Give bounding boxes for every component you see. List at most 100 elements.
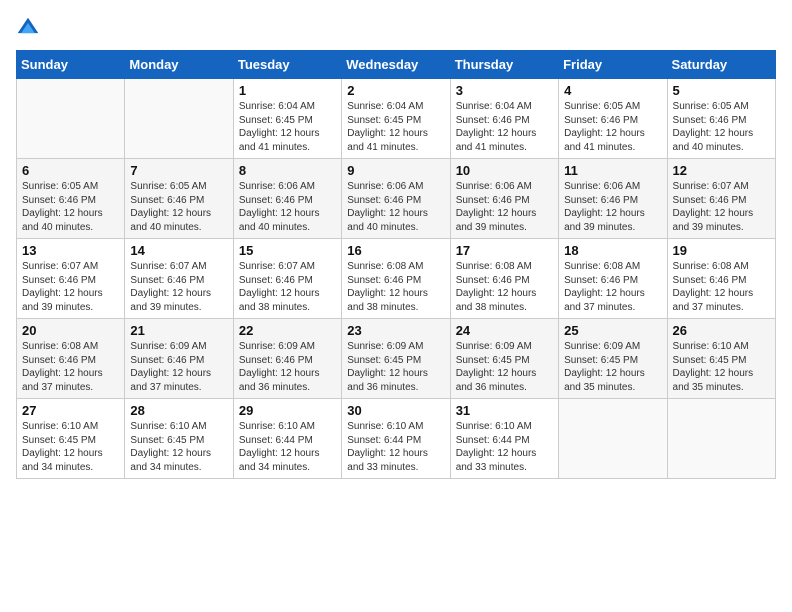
calendar-cell: 1 Sunrise: 6:04 AM Sunset: 6:45 PM Daylig… <box>233 79 341 159</box>
calendar-cell: 2 Sunrise: 6:04 AM Sunset: 6:45 PM Daylig… <box>342 79 450 159</box>
day-number: 5 <box>673 83 770 98</box>
calendar-cell <box>559 399 667 479</box>
weekday-header: Sunday <box>17 51 125 79</box>
day-info: Sunrise: 6:10 AM Sunset: 6:45 PM Dayligh… <box>673 340 770 394</box>
day-number: 26 <box>673 323 770 338</box>
day-number: 31 <box>456 403 553 418</box>
day-number: 21 <box>130 323 227 338</box>
calendar-cell: 20 Sunrise: 6:08 AM Sunset: 6:46 PM Dayli… <box>17 319 125 399</box>
weekday-header: Thursday <box>450 51 558 79</box>
day-info: Sunrise: 6:09 AM Sunset: 6:45 PM Dayligh… <box>347 340 444 394</box>
calendar-cell <box>125 79 233 159</box>
calendar-cell: 7 Sunrise: 6:05 AM Sunset: 6:46 PM Daylig… <box>125 159 233 239</box>
calendar-cell: 14 Sunrise: 6:07 AM Sunset: 6:46 PM Dayli… <box>125 239 233 319</box>
calendar: SundayMondayTuesdayWednesdayThursdayFrid… <box>16 50 776 479</box>
day-number: 28 <box>130 403 227 418</box>
day-info: Sunrise: 6:05 AM Sunset: 6:46 PM Dayligh… <box>564 100 661 154</box>
day-number: 17 <box>456 243 553 258</box>
day-info: Sunrise: 6:05 AM Sunset: 6:46 PM Dayligh… <box>673 100 770 154</box>
day-info: Sunrise: 6:10 AM Sunset: 6:45 PM Dayligh… <box>22 420 119 474</box>
calendar-cell: 27 Sunrise: 6:10 AM Sunset: 6:45 PM Dayli… <box>17 399 125 479</box>
day-info: Sunrise: 6:06 AM Sunset: 6:46 PM Dayligh… <box>347 180 444 234</box>
weekday-header: Wednesday <box>342 51 450 79</box>
logo-icon <box>16 16 40 40</box>
day-info: Sunrise: 6:08 AM Sunset: 6:46 PM Dayligh… <box>22 340 119 394</box>
calendar-cell: 29 Sunrise: 6:10 AM Sunset: 6:44 PM Dayli… <box>233 399 341 479</box>
calendar-cell: 19Sunrise: 6:08 AM Sunset: 6:46 PM Dayli… <box>667 239 775 319</box>
page-header <box>16 16 776 40</box>
day-info: Sunrise: 6:10 AM Sunset: 6:44 PM Dayligh… <box>456 420 553 474</box>
calendar-cell: 24 Sunrise: 6:09 AM Sunset: 6:45 PM Dayli… <box>450 319 558 399</box>
day-number: 30 <box>347 403 444 418</box>
calendar-cell: 11Sunrise: 6:06 AM Sunset: 6:46 PM Dayli… <box>559 159 667 239</box>
day-info: Sunrise: 6:05 AM Sunset: 6:46 PM Dayligh… <box>130 180 227 234</box>
calendar-cell: 10 Sunrise: 6:06 AM Sunset: 6:46 PM Dayli… <box>450 159 558 239</box>
calendar-week-row: 27 Sunrise: 6:10 AM Sunset: 6:45 PM Dayli… <box>17 399 776 479</box>
logo <box>16 16 44 40</box>
day-number: 27 <box>22 403 119 418</box>
calendar-cell: 28Sunrise: 6:10 AM Sunset: 6:45 PM Dayli… <box>125 399 233 479</box>
calendar-cell: 13 Sunrise: 6:07 AM Sunset: 6:46 PM Dayli… <box>17 239 125 319</box>
day-number: 9 <box>347 163 444 178</box>
day-number: 25 <box>564 323 661 338</box>
calendar-cell: 22Sunrise: 6:09 AM Sunset: 6:46 PM Dayli… <box>233 319 341 399</box>
day-info: Sunrise: 6:09 AM Sunset: 6:45 PM Dayligh… <box>564 340 661 394</box>
day-info: Sunrise: 6:04 AM Sunset: 6:46 PM Dayligh… <box>456 100 553 154</box>
calendar-cell: 18 Sunrise: 6:08 AM Sunset: 6:46 PM Dayli… <box>559 239 667 319</box>
day-number: 12 <box>673 163 770 178</box>
day-number: 11 <box>564 163 661 178</box>
day-info: Sunrise: 6:05 AM Sunset: 6:46 PM Dayligh… <box>22 180 119 234</box>
day-number: 8 <box>239 163 336 178</box>
day-info: Sunrise: 6:08 AM Sunset: 6:46 PM Dayligh… <box>456 260 553 314</box>
day-info: Sunrise: 6:08 AM Sunset: 6:46 PM Dayligh… <box>347 260 444 314</box>
day-number: 16 <box>347 243 444 258</box>
calendar-cell: 30 Sunrise: 6:10 AM Sunset: 6:44 PM Dayli… <box>342 399 450 479</box>
day-info: Sunrise: 6:10 AM Sunset: 6:44 PM Dayligh… <box>347 420 444 474</box>
day-number: 6 <box>22 163 119 178</box>
day-info: Sunrise: 6:07 AM Sunset: 6:46 PM Dayligh… <box>673 180 770 234</box>
day-info: Sunrise: 6:06 AM Sunset: 6:46 PM Dayligh… <box>239 180 336 234</box>
day-number: 20 <box>22 323 119 338</box>
calendar-cell: 17 Sunrise: 6:08 AM Sunset: 6:46 PM Dayli… <box>450 239 558 319</box>
calendar-cell <box>667 399 775 479</box>
day-number: 4 <box>564 83 661 98</box>
calendar-cell: 12 Sunrise: 6:07 AM Sunset: 6:46 PM Dayli… <box>667 159 775 239</box>
calendar-cell: 6 Sunrise: 6:05 AM Sunset: 6:46 PM Daylig… <box>17 159 125 239</box>
weekday-header: Friday <box>559 51 667 79</box>
day-info: Sunrise: 6:10 AM Sunset: 6:44 PM Dayligh… <box>239 420 336 474</box>
calendar-header-row: SundayMondayTuesdayWednesdayThursdayFrid… <box>17 51 776 79</box>
day-info: Sunrise: 6:09 AM Sunset: 6:45 PM Dayligh… <box>456 340 553 394</box>
calendar-cell: 8 Sunrise: 6:06 AM Sunset: 6:46 PM Daylig… <box>233 159 341 239</box>
weekday-header: Tuesday <box>233 51 341 79</box>
calendar-cell: 9 Sunrise: 6:06 AM Sunset: 6:46 PM Daylig… <box>342 159 450 239</box>
calendar-week-row: 20 Sunrise: 6:08 AM Sunset: 6:46 PM Dayli… <box>17 319 776 399</box>
day-number: 1 <box>239 83 336 98</box>
day-number: 29 <box>239 403 336 418</box>
day-number: 24 <box>456 323 553 338</box>
day-number: 22 <box>239 323 336 338</box>
day-info: Sunrise: 6:07 AM Sunset: 6:46 PM Dayligh… <box>22 260 119 314</box>
calendar-cell: 26 Sunrise: 6:10 AM Sunset: 6:45 PM Dayli… <box>667 319 775 399</box>
calendar-cell: 31 Sunrise: 6:10 AM Sunset: 6:44 PM Dayli… <box>450 399 558 479</box>
calendar-week-row: 1 Sunrise: 6:04 AM Sunset: 6:45 PM Daylig… <box>17 79 776 159</box>
day-number: 7 <box>130 163 227 178</box>
day-info: Sunrise: 6:08 AM Sunset: 6:46 PM Dayligh… <box>564 260 661 314</box>
day-info: Sunrise: 6:04 AM Sunset: 6:45 PM Dayligh… <box>239 100 336 154</box>
calendar-cell: 3Sunrise: 6:04 AM Sunset: 6:46 PM Daylig… <box>450 79 558 159</box>
weekday-header: Monday <box>125 51 233 79</box>
day-number: 23 <box>347 323 444 338</box>
day-info: Sunrise: 6:04 AM Sunset: 6:45 PM Dayligh… <box>347 100 444 154</box>
calendar-cell: 25 Sunrise: 6:09 AM Sunset: 6:45 PM Dayli… <box>559 319 667 399</box>
calendar-cell: 21Sunrise: 6:09 AM Sunset: 6:46 PM Dayli… <box>125 319 233 399</box>
day-info: Sunrise: 6:06 AM Sunset: 6:46 PM Dayligh… <box>456 180 553 234</box>
day-number: 2 <box>347 83 444 98</box>
day-number: 10 <box>456 163 553 178</box>
day-info: Sunrise: 6:07 AM Sunset: 6:46 PM Dayligh… <box>239 260 336 314</box>
day-info: Sunrise: 6:07 AM Sunset: 6:46 PM Dayligh… <box>130 260 227 314</box>
day-number: 18 <box>564 243 661 258</box>
day-number: 14 <box>130 243 227 258</box>
calendar-cell: 15 Sunrise: 6:07 AM Sunset: 6:46 PM Dayli… <box>233 239 341 319</box>
day-number: 15 <box>239 243 336 258</box>
day-number: 13 <box>22 243 119 258</box>
calendar-week-row: 6 Sunrise: 6:05 AM Sunset: 6:46 PM Daylig… <box>17 159 776 239</box>
